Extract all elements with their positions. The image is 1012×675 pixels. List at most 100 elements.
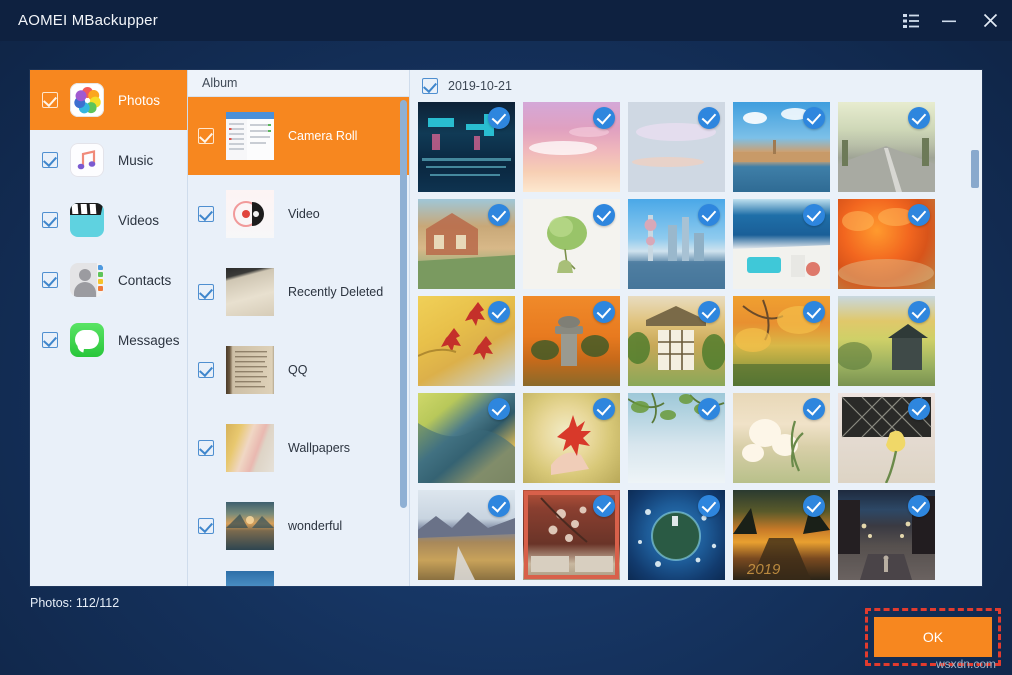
selected-check-icon[interactable] — [803, 398, 825, 420]
album-checkbox[interactable] — [198, 362, 214, 378]
photo-thumb[interactable] — [628, 102, 725, 192]
album-thumbnail — [226, 346, 274, 394]
title-bar: AOMEI MBackupper — [0, 0, 1012, 41]
album-checkbox[interactable] — [198, 206, 214, 222]
selected-check-icon[interactable] — [593, 107, 615, 129]
photo-thumb[interactable] — [418, 296, 515, 386]
album-thumbnail — [226, 571, 274, 586]
selected-check-icon[interactable] — [488, 301, 510, 323]
sidebar-item-label: Videos — [118, 213, 159, 228]
photo-scrollbar-thumb[interactable] — [971, 150, 979, 188]
photos-icon — [70, 83, 104, 117]
selected-check-icon[interactable] — [803, 495, 825, 517]
sidebar-item-label: Music — [118, 153, 153, 168]
photo-thumb[interactable] — [838, 393, 935, 483]
selected-check-icon[interactable] — [488, 495, 510, 517]
selected-check-icon[interactable] — [908, 398, 930, 420]
album-scrollbar-thumb[interactable] — [400, 100, 407, 508]
album-label: QQ — [288, 363, 307, 377]
sidebar-item-music[interactable]: Music — [30, 130, 187, 190]
album-item-camera-roll[interactable]: Camera Roll — [188, 97, 409, 175]
photo-thumb[interactable]: 2019 — [733, 490, 830, 580]
photos-checkbox[interactable] — [42, 92, 58, 108]
photo-thumb[interactable] — [628, 296, 725, 386]
list-icon[interactable] — [892, 0, 930, 41]
photo-thumb[interactable] — [838, 490, 935, 580]
selected-check-icon[interactable] — [803, 301, 825, 323]
album-item-video[interactable]: Video — [188, 175, 409, 253]
minimize-icon[interactable] — [930, 0, 968, 41]
album-item-wonderful[interactable]: wonderful — [188, 487, 409, 565]
videos-icon — [70, 203, 104, 237]
selected-check-icon[interactable] — [593, 204, 615, 226]
photo-thumb[interactable] — [523, 199, 620, 289]
photo-thumb[interactable] — [733, 393, 830, 483]
selected-check-icon[interactable] — [593, 495, 615, 517]
album-checkbox[interactable] — [198, 128, 214, 144]
album-item-partial[interactable] — [188, 565, 409, 586]
date-group-header[interactable]: 2019-10-21 — [410, 70, 982, 102]
photo-thumb[interactable] — [628, 199, 725, 289]
selected-check-icon[interactable] — [698, 204, 720, 226]
photo-thumb[interactable] — [838, 199, 935, 289]
sidebar-item-videos[interactable]: Videos — [30, 190, 187, 250]
selected-check-icon[interactable] — [908, 204, 930, 226]
album-header: Album — [188, 70, 409, 97]
selected-check-icon[interactable] — [908, 495, 930, 517]
selected-check-icon[interactable] — [488, 204, 510, 226]
sidebar-item-messages[interactable]: Messages — [30, 310, 187, 370]
selected-check-icon[interactable] — [698, 107, 720, 129]
photo-thumb[interactable] — [523, 296, 620, 386]
photo-thumb[interactable] — [418, 102, 515, 192]
watermark: wsxdn.com — [936, 657, 996, 671]
album-item-recently-deleted[interactable]: Recently Deleted — [188, 253, 409, 331]
selected-check-icon[interactable] — [908, 301, 930, 323]
music-checkbox[interactable] — [42, 152, 58, 168]
selected-check-icon[interactable] — [593, 398, 615, 420]
selected-check-icon[interactable] — [908, 107, 930, 129]
sidebar-item-label: Contacts — [118, 273, 171, 288]
photo-thumb[interactable] — [418, 199, 515, 289]
date-group-checkbox[interactable] — [422, 78, 438, 94]
selected-check-icon[interactable] — [803, 107, 825, 129]
photo-thumb[interactable] — [523, 393, 620, 483]
album-item-wallpapers[interactable]: Wallpapers — [188, 409, 409, 487]
photo-thumb[interactable] — [733, 199, 830, 289]
photo-thumb[interactable] — [523, 490, 620, 580]
selected-check-icon[interactable] — [698, 495, 720, 517]
sidebar-item-photos[interactable]: Photos — [30, 70, 187, 130]
album-label: Camera Roll — [288, 129, 357, 143]
contacts-checkbox[interactable] — [42, 272, 58, 288]
close-icon[interactable] — [968, 0, 1012, 41]
selected-check-icon[interactable] — [488, 398, 510, 420]
album-item-qq[interactable]: QQ — [188, 331, 409, 409]
album-thumbnail — [226, 424, 274, 472]
app-title: AOMEI MBackupper — [18, 12, 158, 29]
selected-check-icon[interactable] — [488, 107, 510, 129]
selected-check-icon[interactable] — [698, 398, 720, 420]
photo-thumb[interactable] — [838, 296, 935, 386]
photo-thumb[interactable] — [733, 296, 830, 386]
ok-button-area: OK — [874, 617, 992, 657]
sidebar-item-contacts[interactable]: Contacts — [30, 250, 187, 310]
photo-thumb[interactable] — [418, 490, 515, 580]
photo-thumb[interactable] — [733, 102, 830, 192]
photo-thumb[interactable] — [838, 102, 935, 192]
selected-check-icon[interactable] — [803, 204, 825, 226]
sidebar-item-label: Messages — [118, 333, 180, 348]
svg-text:2019: 2019 — [746, 561, 781, 578]
photo-thumb[interactable] — [628, 393, 725, 483]
videos-checkbox[interactable] — [42, 212, 58, 228]
album-list: Camera Roll Video — [188, 97, 409, 586]
photo-thumb[interactable] — [628, 490, 725, 580]
album-thumbnail — [226, 190, 274, 238]
messages-checkbox[interactable] — [42, 332, 58, 348]
album-checkbox[interactable] — [198, 284, 214, 300]
album-checkbox[interactable] — [198, 518, 214, 534]
photo-thumb[interactable] — [523, 102, 620, 192]
album-checkbox[interactable] — [198, 440, 214, 456]
selected-check-icon[interactable] — [593, 301, 615, 323]
photo-thumb[interactable] — [418, 393, 515, 483]
sidebar-item-label: Photos — [118, 93, 160, 108]
selected-check-icon[interactable] — [698, 301, 720, 323]
